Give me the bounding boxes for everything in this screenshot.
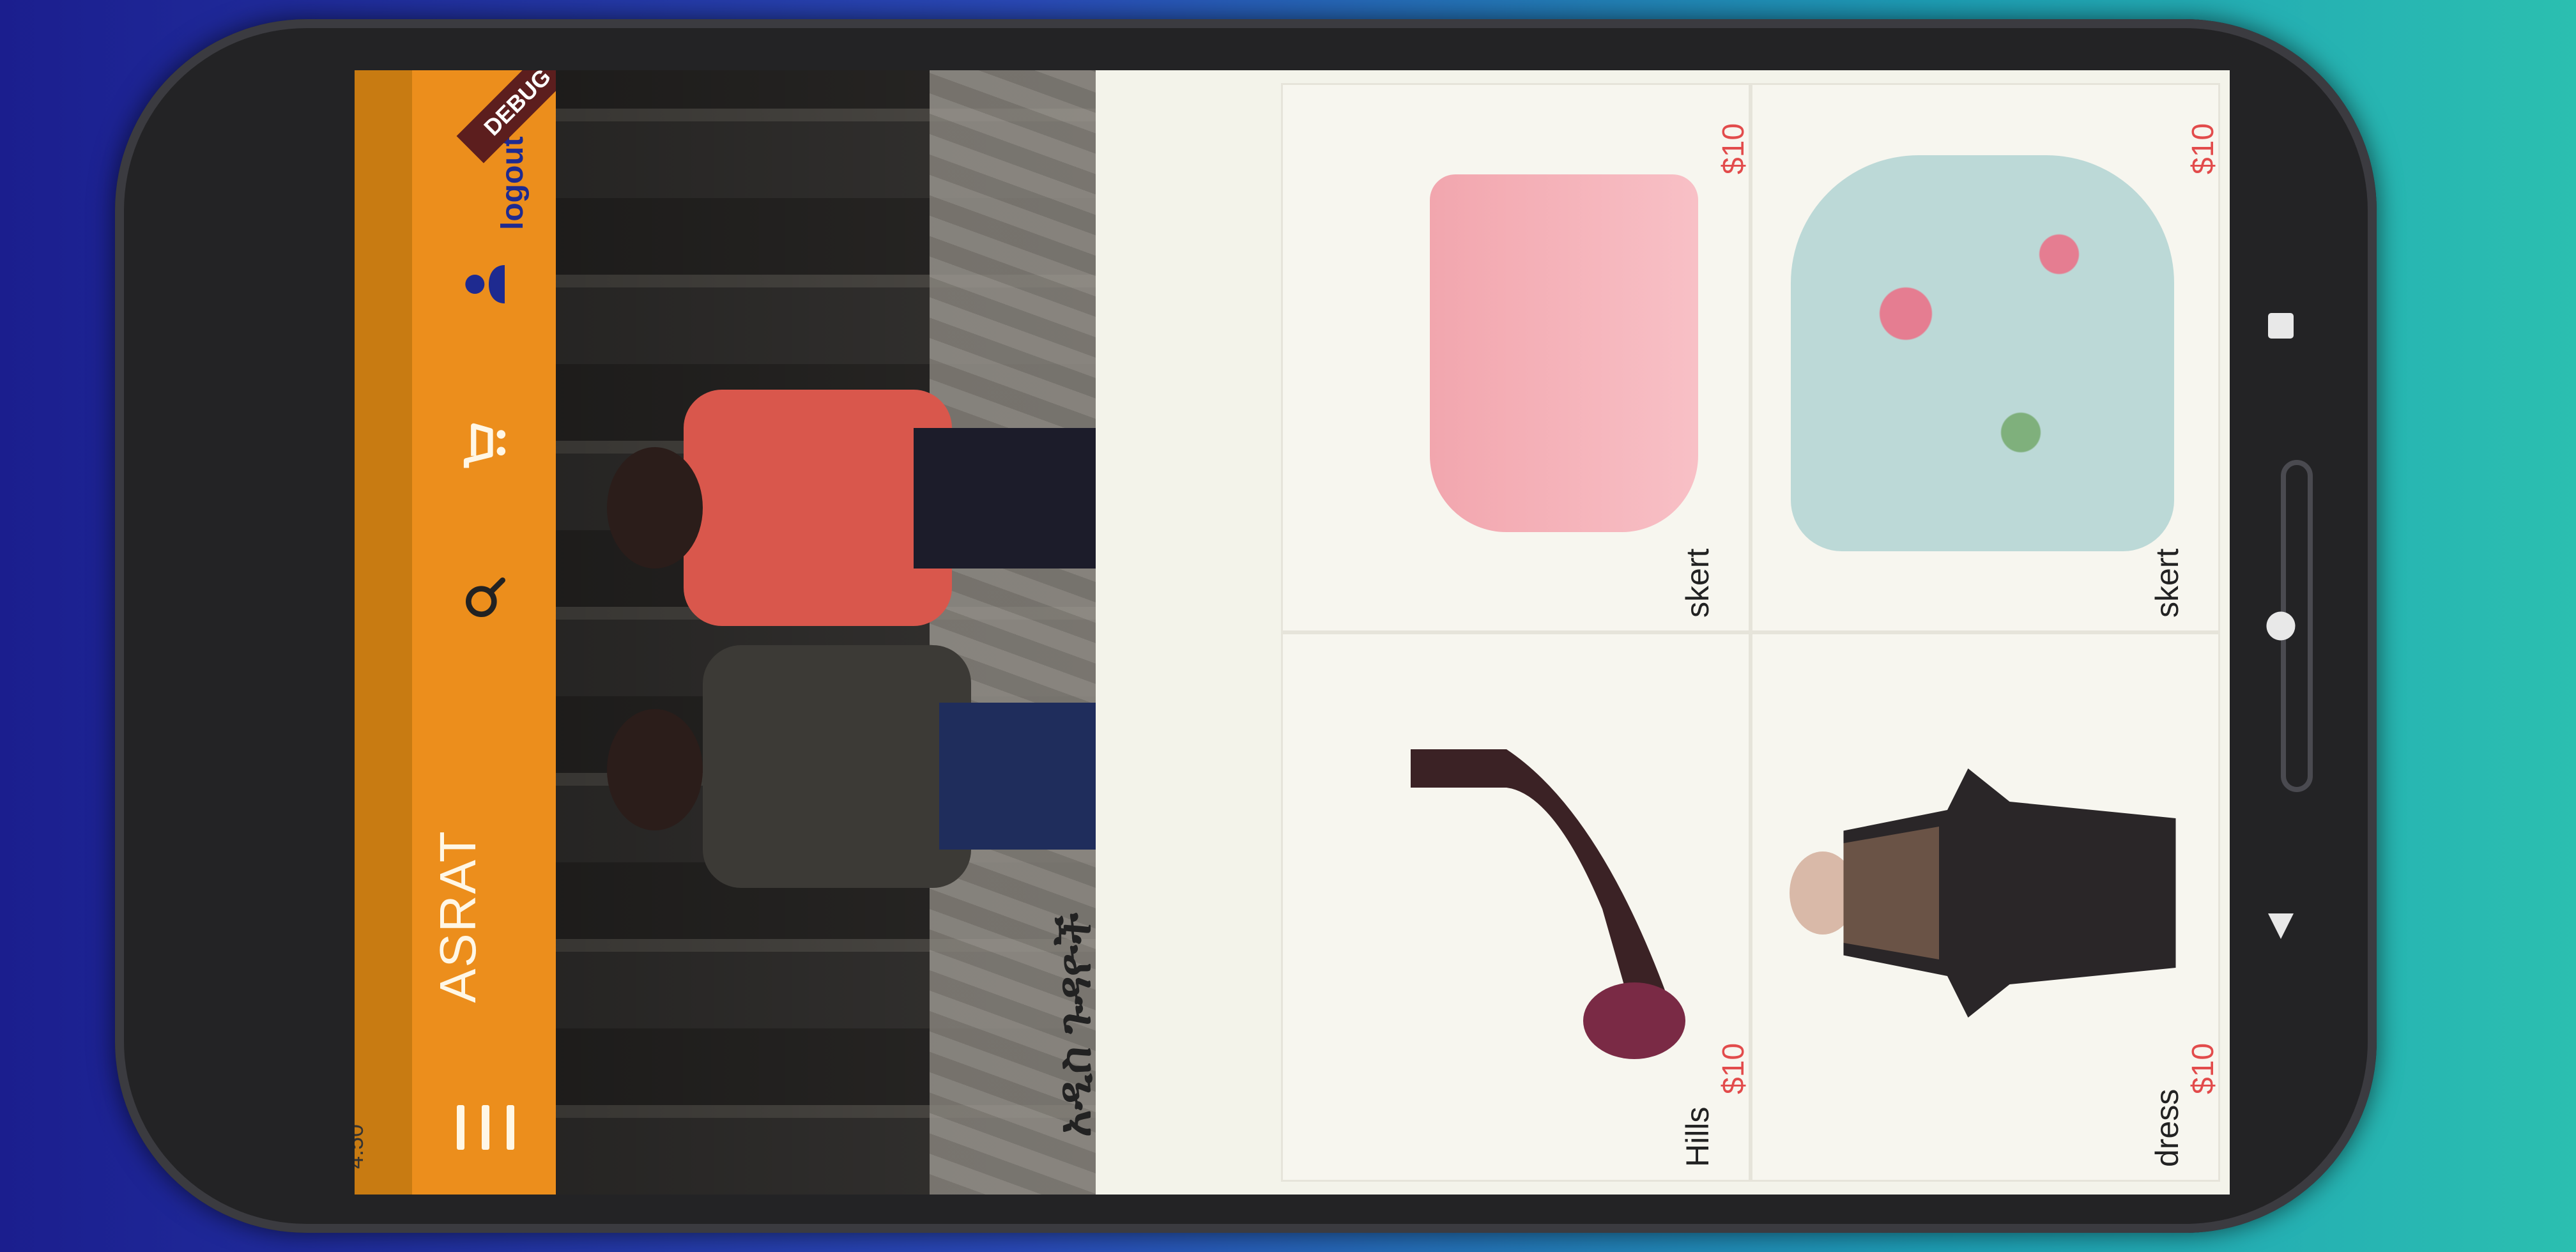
home-icon	[2266, 611, 2296, 641]
black-dress-image	[1790, 768, 2176, 1018]
floral-dress-image	[1791, 155, 2174, 551]
product-card[interactable]: Hills $10	[1281, 632, 1751, 1182]
person-icon	[465, 265, 505, 303]
product-name: skert	[2149, 548, 2185, 618]
status-time: 4:50	[355, 1124, 368, 1169]
search-button[interactable]	[450, 562, 521, 632]
hero-child-legs	[914, 428, 1096, 569]
menu-icon[interactable]	[457, 1105, 514, 1150]
high-heel-image	[1411, 749, 1685, 1059]
product-price: $10	[2186, 1042, 2220, 1094]
hero-child-red-coat	[684, 390, 952, 626]
search-icon	[466, 577, 505, 617]
cart-icon	[463, 423, 506, 468]
logout-button[interactable]: logout	[495, 136, 530, 230]
status-bar: 4:50	[355, 70, 412, 1195]
product-card[interactable]: dress $10	[1751, 632, 2220, 1182]
cart-button[interactable]	[450, 409, 521, 479]
android-nav-bar	[2230, 70, 2332, 1195]
product-grid: Hills $10 skert $10 dress $10 skert $10	[1281, 83, 2220, 1182]
product-price: $10	[2186, 123, 2220, 174]
hero-banner-image	[556, 70, 1096, 1195]
product-name: skert	[1680, 548, 1715, 618]
product-card[interactable]: skert $10	[1751, 83, 2220, 632]
product-price: $10	[1717, 1042, 1751, 1094]
back-button[interactable]	[2255, 901, 2306, 952]
account-button[interactable]	[450, 249, 521, 319]
product-name: dress	[2149, 1088, 2185, 1167]
hero-child-head	[607, 447, 703, 569]
screen: 4:50 ASRAT logout DEBUG አዲስ ጉዳዮች Hills $…	[355, 70, 2230, 1195]
pink-skirt-image	[1430, 174, 1698, 532]
section-title: አዲስ ጉዳዮች	[1049, 912, 1100, 1137]
phone-frame: 4:50 ASRAT logout DEBUG አዲስ ጉዳዮች Hills $…	[115, 19, 2377, 1233]
back-icon	[2268, 913, 2294, 939]
hero-child-head	[607, 709, 703, 830]
home-button[interactable]	[2255, 600, 2306, 652]
product-price: $10	[1717, 123, 1751, 174]
recents-button[interactable]	[2255, 300, 2306, 351]
app-bar: ASRAT logout DEBUG	[412, 70, 579, 1195]
product-card[interactable]: skert $10	[1281, 83, 1751, 632]
product-name: Hills	[1680, 1106, 1715, 1167]
app-title: ASRAT	[429, 830, 486, 1003]
recents-icon	[2268, 313, 2294, 339]
hero-child-dark-coat	[703, 645, 971, 888]
content-area: አዲስ ጉዳዮች Hills $10 skert $10 dress $10 s…	[1049, 70, 2230, 1195]
